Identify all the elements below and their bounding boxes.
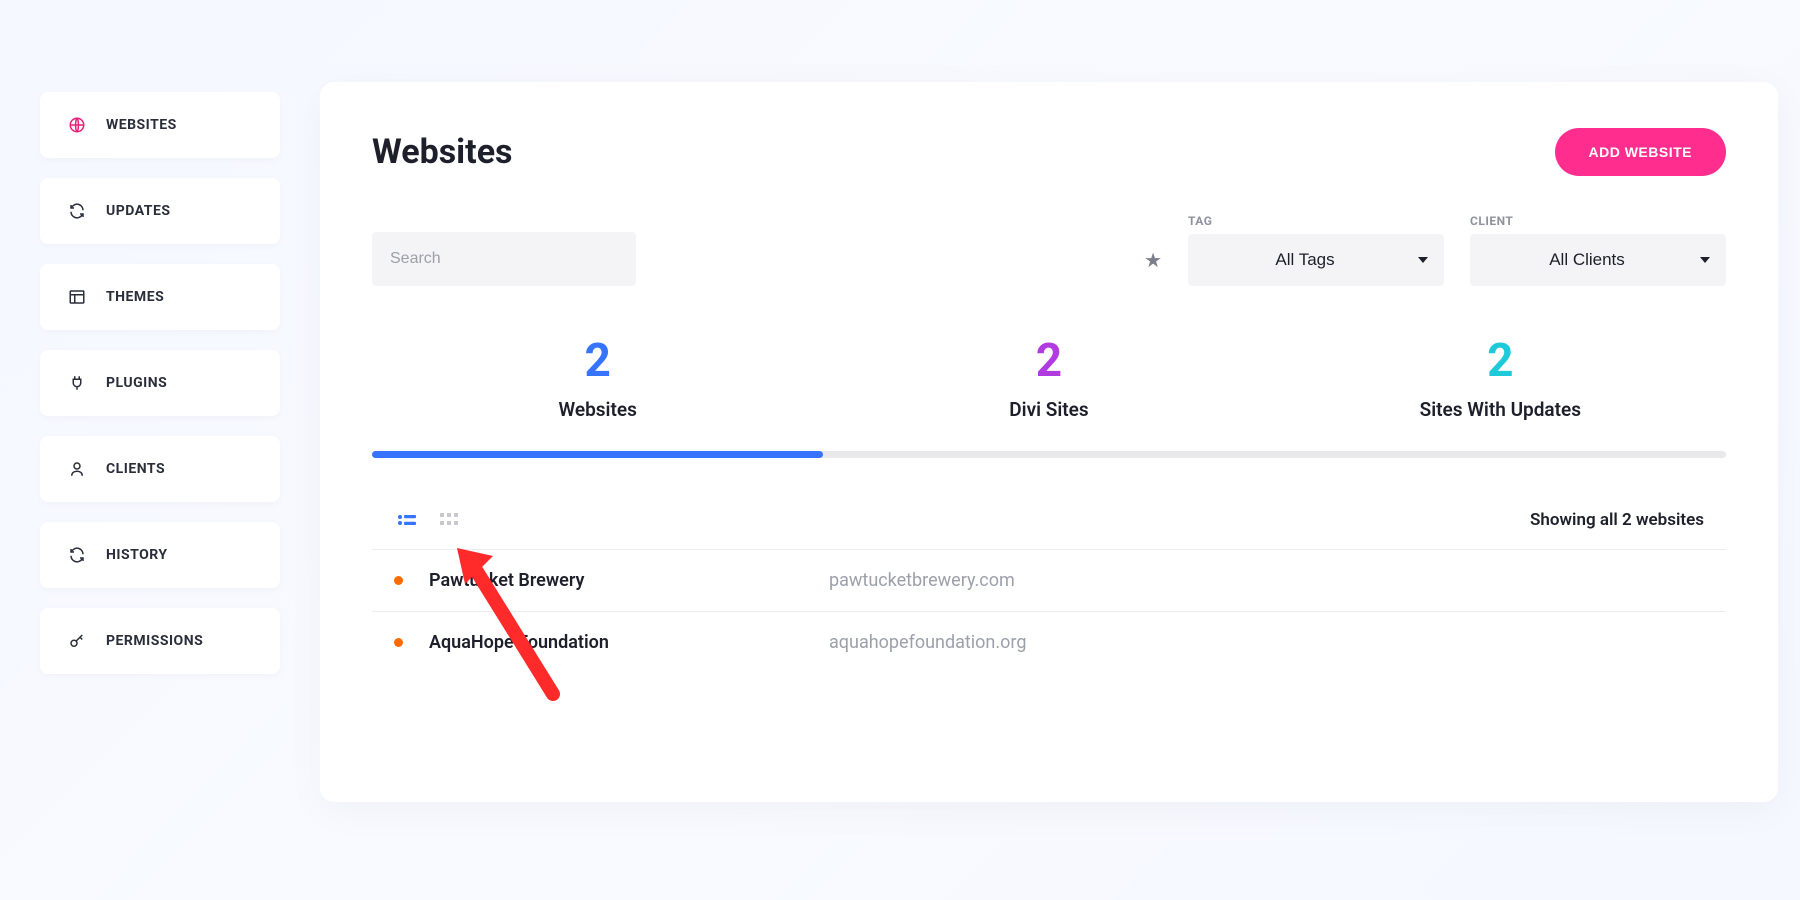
table-row[interactable]: Pawtucket Brewery pawtucketbrewery.com: [372, 549, 1726, 611]
person-icon: [68, 460, 86, 478]
sidebar-item-themes[interactable]: THEMES: [40, 264, 280, 330]
sidebar-item-label: CLIENTS: [106, 461, 165, 477]
plug-icon: [68, 374, 86, 392]
sidebar-item-label: UPDATES: [106, 203, 170, 219]
stat-label: Divi Sites: [823, 398, 1274, 421]
client-filter-select[interactable]: All Clients: [1470, 234, 1726, 286]
site-url: pawtucketbrewery.com: [829, 570, 1015, 591]
site-name: AquaHope Foundation: [429, 632, 829, 653]
tab-websites[interactable]: 2 Websites: [372, 338, 823, 451]
list-view-icon[interactable]: [394, 506, 420, 533]
sidebar: WEBSITES UPDATES THEMES PLUGINS CLIENTS: [40, 22, 280, 878]
table-row[interactable]: AquaHope Foundation aquahopefoundation.o…: [372, 611, 1726, 673]
tab-divi-sites[interactable]: 2 Divi Sites: [823, 338, 1274, 451]
sidebar-item-clients[interactable]: CLIENTS: [40, 436, 280, 502]
sidebar-item-updates[interactable]: UPDATES: [40, 178, 280, 244]
key-icon: [68, 632, 86, 650]
stat-label: Sites With Updates: [1275, 398, 1726, 421]
tag-filter-label: TAG: [1188, 214, 1444, 228]
page-title: Websites: [372, 132, 513, 172]
sidebar-item-plugins[interactable]: PLUGINS: [40, 350, 280, 416]
tab-sites-with-updates[interactable]: 2 Sites With Updates: [1275, 338, 1726, 451]
tab-indicator-track: [372, 451, 1726, 458]
client-filter-label: CLIENT: [1470, 214, 1726, 228]
grid-view-icon[interactable]: [436, 506, 462, 533]
sidebar-item-label: PERMISSIONS: [106, 633, 203, 649]
tag-filter-select[interactable]: All Tags: [1188, 234, 1444, 286]
status-dot-icon: [394, 638, 403, 647]
showing-count: Showing all 2 websites: [1530, 510, 1704, 530]
site-url: aquahopefoundation.org: [829, 632, 1026, 653]
sidebar-item-label: HISTORY: [106, 547, 168, 563]
status-dot-icon: [394, 576, 403, 585]
sidebar-item-label: WEBSITES: [106, 117, 177, 133]
stat-label: Websites: [372, 398, 823, 421]
sidebar-item-permissions[interactable]: PERMISSIONS: [40, 608, 280, 674]
sidebar-item-label: THEMES: [106, 289, 164, 305]
add-website-button[interactable]: ADD WEBSITE: [1555, 128, 1727, 176]
stat-count: 2: [1275, 338, 1726, 384]
stat-count: 2: [372, 338, 823, 384]
refresh-icon: [68, 202, 86, 220]
search-input[interactable]: [372, 232, 636, 286]
main-panel: Websites ADD WEBSITE ★ TAG All Tags CLIE…: [320, 82, 1778, 802]
tab-indicator: [372, 451, 823, 458]
sidebar-item-websites[interactable]: WEBSITES: [40, 92, 280, 158]
site-name: Pawtucket Brewery: [429, 570, 829, 591]
stat-count: 2: [823, 338, 1274, 384]
star-icon[interactable]: ★: [1144, 248, 1162, 286]
sidebar-item-history[interactable]: HISTORY: [40, 522, 280, 588]
layout-icon: [68, 288, 86, 306]
sidebar-item-label: PLUGINS: [106, 375, 167, 391]
website-list: Pawtucket Brewery pawtucketbrewery.com A…: [372, 549, 1726, 673]
refresh-icon: [68, 546, 86, 564]
globe-icon: [68, 116, 86, 134]
